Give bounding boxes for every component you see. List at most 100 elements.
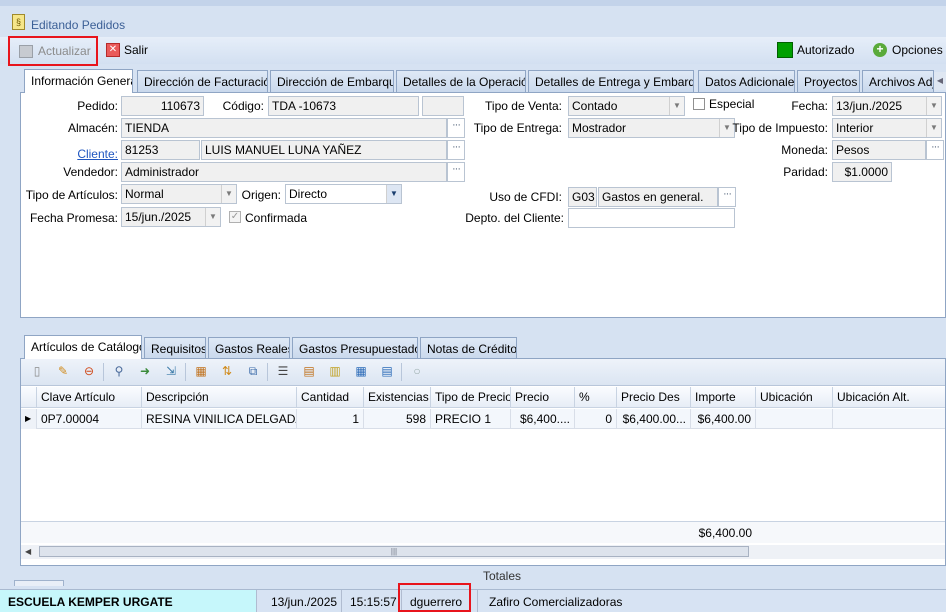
tipo-entrega-select[interactable]: Mostrador ▼	[568, 118, 735, 138]
pedido-field[interactable]: 110673	[121, 96, 204, 116]
exit-button[interactable]: ✕ Salir	[104, 41, 154, 61]
cliente-link[interactable]: Cliente:	[40, 147, 118, 161]
grid-filter-icon[interactable]: ▦	[191, 361, 211, 381]
almacen-field[interactable]: TIENDA	[121, 118, 447, 138]
col-existencias[interactable]: Existencias	[364, 387, 431, 407]
group-icon[interactable]: ⧉	[243, 361, 263, 381]
col-cantidad[interactable]: Cantidad	[297, 387, 364, 407]
tipo-impuesto-select[interactable]: Interior ▼	[832, 118, 942, 138]
uso-cfdi-lookup-button[interactable]: ···	[718, 187, 736, 207]
tab-proyectos[interactable]: Proyectos	[797, 70, 860, 92]
depto-cliente-label: Depto. del Cliente:	[465, 211, 564, 225]
tab-requisitos[interactable]: Requisitos	[144, 337, 206, 359]
delete-document-icon[interactable]: ⊖	[79, 361, 99, 381]
document-icon: §	[12, 14, 25, 30]
codigo-extra-field[interactable]	[422, 96, 464, 116]
uso-cfdi-desc-field[interactable]: Gastos en general.	[598, 187, 718, 207]
col-clave-articulo[interactable]: Clave Artículo	[37, 387, 142, 407]
col-importe[interactable]: Importe	[691, 387, 756, 407]
col-ubicacion[interactable]: Ubicación	[756, 387, 833, 407]
cell-cantidad[interactable]: 1	[297, 409, 364, 429]
origen-select[interactable]: Directo ▼	[285, 184, 402, 204]
cell-importe[interactable]: $6,400.00	[691, 409, 756, 429]
scroll-left-icon[interactable]: ◀	[25, 547, 31, 556]
tab-detalles-operacion[interactable]: Detalles de la Operación	[396, 70, 526, 92]
tab-datos-adicionales[interactable]: Datos Adicionales	[698, 70, 795, 92]
tab-notas-credito[interactable]: Notas de Crédito	[420, 337, 517, 359]
tab-gastos-reales[interactable]: Gastos Reales	[208, 337, 290, 359]
confirmada-checkbox[interactable]: ✓	[229, 211, 241, 223]
codigo-field[interactable]: TDA -10673	[268, 96, 419, 116]
tab-label: Detalles de la Operación	[403, 75, 526, 89]
uso-cfdi-code-field[interactable]: G03	[568, 187, 597, 207]
table-row[interactable]: ▶ 0P7.00004 RESINA VINILICA DELGADA... 1…	[21, 409, 945, 429]
tipo-venta-select[interactable]: Contado ▼	[568, 96, 685, 116]
new-document-icon[interactable]: ▯	[27, 361, 47, 381]
col-porcentaje[interactable]: %	[575, 387, 617, 407]
tab-informacion-general[interactable]: Información General	[24, 69, 133, 93]
cliente-name-field[interactable]: LUIS MANUEL LUNA YAÑEZ	[201, 140, 447, 160]
articles-panel: ▯ ✎ ⊖ ⚲ ➜ ⇲ ▦ ⇅ ⧉ ☰ ▤ ▥ ▦ ▤ ○ Clave Artí…	[20, 358, 946, 566]
col-precio-des[interactable]: Precio Des	[617, 387, 691, 407]
cell-descripcion[interactable]: RESINA VINILICA DELGADA...	[142, 409, 297, 429]
cell-existencias[interactable]: 598	[364, 409, 431, 429]
save-disk-icon	[19, 45, 33, 58]
moneda-field[interactable]: Pesos	[832, 140, 926, 160]
vendedor-field[interactable]: Administrador	[121, 162, 447, 182]
especial-checkbox[interactable]	[693, 98, 705, 110]
cliente-lookup-button[interactable]: ···	[447, 140, 465, 160]
tab-label: Dirección de Facturación	[144, 75, 268, 89]
cell-clave-articulo[interactable]: 0P7.00004	[37, 409, 142, 429]
scroll-thumb[interactable]: |||	[39, 546, 749, 557]
table-icon[interactable]: ▦	[351, 361, 371, 381]
tabs-scroll-left-button[interactable]: ◀	[934, 72, 946, 90]
columns-icon[interactable]: ▥	[325, 361, 345, 381]
cell-ubicacion[interactable]	[756, 409, 833, 429]
status-time: 15:15:57	[342, 590, 402, 612]
depto-cliente-field[interactable]	[568, 208, 735, 228]
totals-label[interactable]: Totales	[483, 569, 521, 583]
align-icon[interactable]: ☰	[273, 361, 293, 381]
table-layout-icon[interactable]: ▤	[377, 361, 397, 381]
fecha-promesa-field[interactable]: 15/jun./2025 ▼	[121, 207, 221, 227]
search-icon[interactable]: ⚲	[109, 361, 129, 381]
column-chooser-icon[interactable]: ▤	[299, 361, 319, 381]
vendedor-lookup-button[interactable]: ···	[447, 162, 465, 182]
col-ubicacion-alt[interactable]: Ubicación Alt.	[833, 387, 945, 407]
tab-gastos-presupuestados[interactable]: Gastos Presupuestados	[292, 337, 418, 359]
status-user: dguerrero	[402, 590, 478, 612]
circle-icon[interactable]: ○	[407, 361, 427, 381]
plus-circle-icon: +	[873, 43, 887, 57]
col-descripcion[interactable]: Descripción	[142, 387, 297, 407]
cell-porcentaje[interactable]: 0	[575, 409, 617, 429]
col-tipo-precio[interactable]: Tipo de Precio	[431, 387, 511, 407]
cliente-id-field[interactable]: 81253	[121, 140, 200, 160]
status-company: Zafiro Comercializadoras	[489, 595, 623, 609]
paridad-field[interactable]: $1.0000	[832, 162, 892, 182]
tipo-articulos-select[interactable]: Normal ▼	[121, 184, 237, 204]
grid-toolbar: ▯ ✎ ⊖ ⚲ ➜ ⇲ ▦ ⇅ ⧉ ☰ ▤ ▥ ▦ ▤ ○	[21, 359, 945, 386]
import-icon[interactable]: ⇲	[161, 361, 181, 381]
exit-button-label: Salir	[124, 43, 149, 57]
sort-icon[interactable]: ⇅	[217, 361, 237, 381]
col-precio[interactable]: Precio	[511, 387, 575, 407]
tab-detalles-entrega[interactable]: Detalles de Entrega y Embarque	[528, 70, 694, 92]
edit-icon[interactable]: ✎	[53, 361, 73, 381]
horizontal-scrollbar[interactable]: ◀ |||	[21, 545, 945, 559]
title-bar: § Editando Pedidos	[0, 6, 946, 36]
cell-tipo-precio[interactable]: PRECIO 1	[431, 409, 511, 429]
fecha-field[interactable]: 13/jun./2025 ▼	[832, 96, 942, 116]
export-arrow-icon[interactable]: ➜	[135, 361, 155, 381]
tab-articulos-catalogo[interactable]: Artículos de Catálogo	[24, 335, 142, 359]
update-button[interactable]: Actualizar	[8, 36, 98, 66]
origen-value: Directo	[289, 187, 328, 201]
moneda-lookup-button[interactable]: ···	[926, 140, 944, 160]
tab-direccion-facturacion[interactable]: Dirección de Facturación	[137, 70, 268, 92]
cell-precio-des[interactable]: $6,400.00...	[617, 409, 691, 429]
cell-precio[interactable]: $6,400....	[511, 409, 575, 429]
cell-ubicacion-alt[interactable]	[833, 409, 945, 429]
update-button-label: Actualizar	[38, 44, 91, 58]
tab-archivos[interactable]: Archivos Adju	[862, 70, 934, 92]
options-button[interactable]: + Opciones	[872, 41, 946, 61]
tab-direccion-embarque[interactable]: Dirección de Embarque	[270, 70, 394, 92]
